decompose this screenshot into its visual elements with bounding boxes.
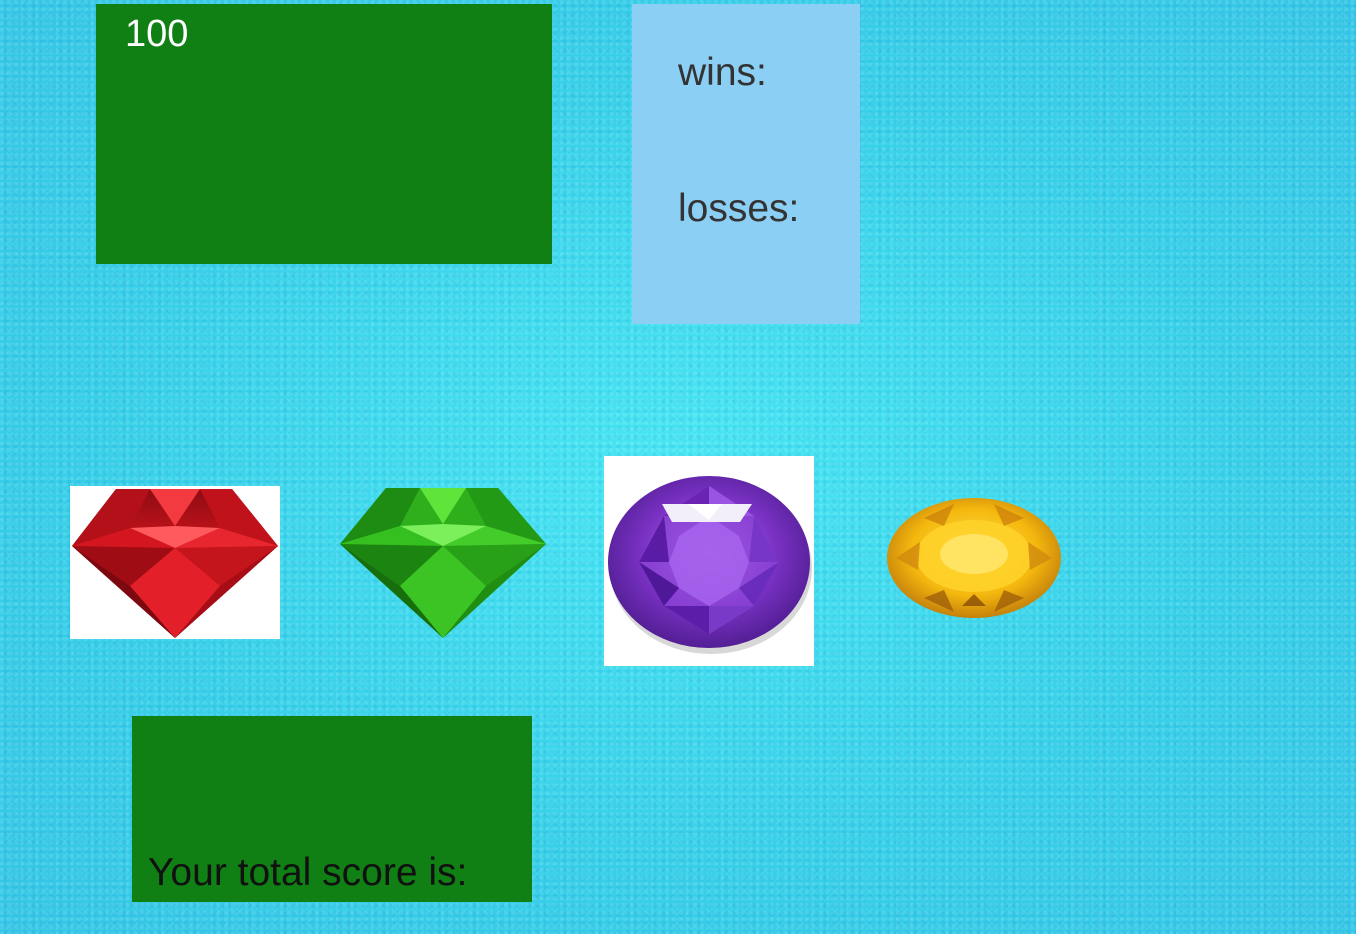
wins-row: wins: <box>678 51 775 95</box>
red-diamond-gem-icon <box>72 489 278 638</box>
losses-label: losses: <box>678 187 800 230</box>
total-score-row: Your total score is: <box>148 851 475 895</box>
target-number: 100 <box>125 13 189 55</box>
yellow-gem-button[interactable] <box>884 494 1064 624</box>
yellow-oval-gem-icon <box>887 498 1061 618</box>
total-score-label: Your total score is: <box>148 851 468 894</box>
green-gem-button[interactable] <box>338 484 548 640</box>
green-diamond-gem-icon <box>340 488 546 638</box>
purple-round-gem-icon <box>608 476 812 654</box>
red-gem-button[interactable] <box>70 486 280 639</box>
losses-row: losses: <box>678 187 807 231</box>
total-score-box: Your total score is: <box>132 716 532 902</box>
wins-label: wins: <box>678 51 767 94</box>
stats-box: wins: losses: <box>632 4 860 324</box>
target-number-box: 100 <box>96 4 552 264</box>
purple-gem-button[interactable] <box>604 456 814 666</box>
